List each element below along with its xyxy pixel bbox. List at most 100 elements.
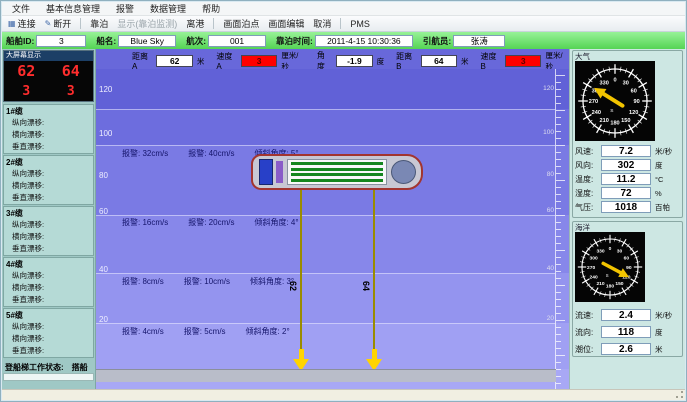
toolbar: ▦连接 ✎断开 靠泊 显示(靠泊监测) 离港 画面泊点 画面编辑 取消 PMS xyxy=(2,16,685,32)
menu-file[interactable]: 文件 xyxy=(12,2,30,15)
resize-grip[interactable] xyxy=(675,390,684,399)
svg-text:180: 180 xyxy=(606,284,614,290)
pilot-label: 引航员: xyxy=(423,35,451,47)
svg-text:S: S xyxy=(606,273,609,278)
ship-id-field[interactable] xyxy=(36,35,86,47)
ship-funnel-block xyxy=(276,161,283,183)
menu-bar: 文件 基本信息管理 报警 数据管理 帮助 xyxy=(2,2,685,16)
pressure-value: 1018 xyxy=(601,201,651,213)
ship-id-label: 船舶ID: xyxy=(6,35,34,47)
cable-1-lateral: 横向漂移: xyxy=(6,129,93,141)
cable-3-lateral: 横向漂移: xyxy=(6,231,93,243)
grid-line xyxy=(96,273,555,274)
wind-direction-row: 风向:302度 xyxy=(575,159,680,171)
ruler-tick xyxy=(556,110,565,111)
ruler-tick xyxy=(556,341,561,342)
cable-3-longitudinal: 纵向漂移: xyxy=(6,219,93,231)
ship-bow-tank xyxy=(391,160,416,184)
distance-a-value: 62 xyxy=(156,55,192,67)
alarm-row-3: 报警: 8cm/s报警: 10cm/s倾斜角度: 3° xyxy=(122,276,294,287)
ruler-tick xyxy=(556,292,561,293)
axis-label-100: 100 xyxy=(99,129,112,138)
ruler-tick xyxy=(556,131,561,132)
voyage-label: 航次: xyxy=(186,35,206,47)
disconnect-button[interactable]: ✎断开 xyxy=(45,17,72,30)
ruler-tick xyxy=(556,208,561,209)
cargo-stripe xyxy=(291,168,383,171)
svg-text:S: S xyxy=(610,108,613,114)
temperature-row: 温度:11.2°C xyxy=(575,173,680,185)
tide-level-row: 潮位:2.6米 xyxy=(575,343,680,355)
sensor-arrow-a xyxy=(293,349,309,371)
ruler-tick xyxy=(556,89,561,90)
ruler-tick xyxy=(556,250,565,251)
status-bar xyxy=(2,389,685,400)
pms-button[interactable]: PMS xyxy=(350,19,370,29)
display-speed-b: 3 xyxy=(67,85,75,98)
menu-basic-info[interactable]: 基本信息管理 xyxy=(46,2,100,15)
cable-3-vertical: 垂直漂移: xyxy=(6,243,93,255)
ship-name-field[interactable] xyxy=(118,35,176,47)
grid-line xyxy=(96,323,555,324)
angle-value: -1.9 xyxy=(336,55,372,67)
toolbar-separator xyxy=(213,18,214,29)
big-display-values: 62 64 3 3 xyxy=(4,61,93,101)
ship-cargo-deck xyxy=(287,159,387,185)
ruler-tick xyxy=(556,348,561,349)
svg-text:180: 180 xyxy=(610,121,619,127)
sensor-arrow-b xyxy=(366,349,382,371)
current-speed-value: 2.4 xyxy=(601,309,651,321)
ruler-tick xyxy=(556,138,561,139)
svg-text:120: 120 xyxy=(629,110,638,116)
atmosphere-title: 大气 xyxy=(575,52,680,61)
ruler-tick xyxy=(556,264,561,265)
axis-label-80: 80 xyxy=(99,171,108,180)
berth-button[interactable]: 靠泊 xyxy=(90,17,108,30)
ship-bridge-block xyxy=(259,159,273,185)
wind-direction-value: 302 xyxy=(601,159,651,171)
wind-speed-value: 7.2 xyxy=(601,145,651,157)
main-area: 大屏幕显示 62 64 3 3 1#缆 纵向漂移: 横向漂移: 垂直漂移: 2#… xyxy=(2,49,685,391)
speed-b-value: 3 xyxy=(505,55,541,67)
show-berth-monitor-button[interactable]: 显示(靠泊监测) xyxy=(117,17,177,30)
grid-line xyxy=(96,109,555,110)
voyage-field[interactable] xyxy=(208,35,266,47)
ruler-tick xyxy=(556,383,561,384)
svg-text:150: 150 xyxy=(621,118,630,124)
ruler-tick xyxy=(556,229,561,230)
berth-time-label: 靠泊时间: xyxy=(276,35,313,47)
ruler-tick xyxy=(556,103,561,104)
screen-edit-button[interactable]: 画面编辑 xyxy=(268,17,304,30)
tide-level-value: 2.6 xyxy=(601,343,651,355)
menu-data[interactable]: 数据管理 xyxy=(150,2,186,15)
cable-4-longitudinal: 纵向漂移: xyxy=(6,270,93,282)
screen-berth-point-button[interactable]: 画面泊点 xyxy=(223,17,259,30)
sensor-line-a-distance: 62 xyxy=(288,281,298,291)
connect-button[interactable]: ▦连接 xyxy=(8,17,36,30)
axis-label-20: 20 xyxy=(99,315,108,324)
ship-hull xyxy=(251,154,423,190)
depart-button[interactable]: 离港 xyxy=(186,17,204,30)
menu-alarm[interactable]: 报警 xyxy=(116,2,134,15)
current-direction-row: 流向:118度 xyxy=(575,326,680,338)
ship-info-bar: 船舶ID: 船名: 航次: 靠泊时间: 引航员: xyxy=(2,32,685,49)
humidity-row: 湿度:72% xyxy=(575,187,680,199)
ruler-tick xyxy=(556,257,561,258)
cable-5-longitudinal: 纵向漂移: xyxy=(6,321,93,333)
svg-text:210: 210 xyxy=(600,118,609,124)
toolbar-separator xyxy=(340,18,341,29)
cable-2-vertical: 垂直漂移: xyxy=(6,192,93,204)
cargo-stripe xyxy=(291,173,383,176)
sensor-line-b xyxy=(373,190,375,351)
menu-help[interactable]: 帮助 xyxy=(202,2,220,15)
ocean-title: 海洋 xyxy=(575,223,680,232)
display-distance-a: 62 xyxy=(17,64,35,79)
ruler-tick xyxy=(556,271,561,272)
axis-label-60: 60 xyxy=(99,207,108,216)
cancel-button[interactable]: 取消 xyxy=(313,17,331,30)
ruler-tick xyxy=(556,376,561,377)
ruler-tick xyxy=(556,299,561,300)
berth-time-field[interactable] xyxy=(315,35,413,47)
pilot-field[interactable] xyxy=(453,35,505,47)
cable-group-1: 1#缆 纵向漂移: 横向漂移: 垂直漂移: xyxy=(3,104,94,154)
